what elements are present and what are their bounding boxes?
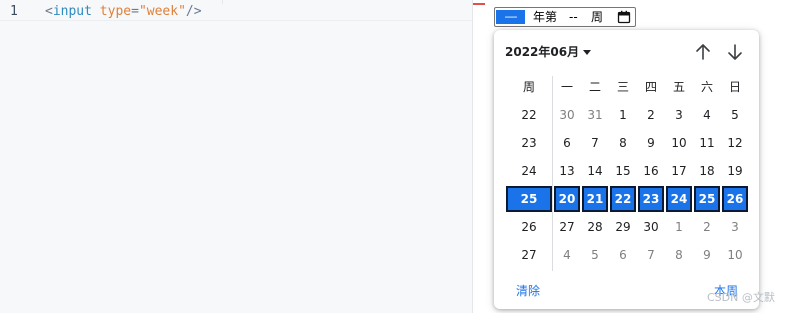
- day-cell[interactable]: 23: [638, 186, 664, 212]
- day-cell[interactable]: 3: [722, 214, 748, 240]
- day-cell[interactable]: 2: [638, 102, 664, 128]
- code-token-value: "week": [138, 4, 186, 19]
- day-cell[interactable]: 5: [582, 242, 608, 268]
- day-cell[interactable]: 13: [554, 158, 580, 184]
- day-cell[interactable]: 11: [694, 130, 720, 156]
- week-number[interactable]: 23: [506, 130, 552, 156]
- day-cell[interactable]: 19: [722, 158, 748, 184]
- day-cell[interactable]: 1: [610, 102, 636, 128]
- week-row[interactable]: 27 4 5 6 7 8 9 10: [506, 242, 748, 270]
- code-token-close: />: [185, 4, 202, 19]
- week-number[interactable]: 25: [506, 186, 552, 212]
- weekday-header: 五: [672, 80, 685, 94]
- week-picker-popup: 2022年06月 周 一 二 三 四 五 六 日 22 30 31 1 2 3 4 5 23 6 7…: [494, 30, 759, 309]
- day-cell[interactable]: 9: [694, 242, 720, 268]
- clear-button[interactable]: 清除: [516, 283, 540, 299]
- week-input-year-suffix: 年第: [533, 10, 558, 24]
- code-token-eq: =: [131, 4, 139, 19]
- week-row[interactable]: 26 27 28 29 30 1 2 3: [506, 214, 748, 242]
- week-row[interactable]: 24 13 14 15 16 17 18 19: [506, 158, 748, 186]
- line-number: 1: [10, 4, 18, 19]
- week-number[interactable]: 24: [506, 158, 552, 184]
- day-cell[interactable]: 9: [638, 130, 664, 156]
- day-cell[interactable]: 15: [610, 158, 636, 184]
- week-row[interactable]: 23 6 7 8 9 10 11 12: [506, 130, 748, 158]
- week-number-header: 周: [522, 80, 535, 94]
- day-cell[interactable]: 20: [554, 186, 580, 212]
- month-year-selector[interactable]: 2022年06月: [505, 44, 592, 60]
- week-input[interactable]: ---- 年第 -- 周: [494, 7, 636, 27]
- code-token-attr: type: [99, 4, 132, 19]
- week-number[interactable]: 26: [506, 214, 552, 240]
- day-cell[interactable]: 24: [666, 186, 692, 212]
- day-cell[interactable]: 6: [554, 130, 580, 156]
- day-cell[interactable]: 21: [582, 186, 608, 212]
- day-cell[interactable]: 4: [554, 242, 580, 268]
- day-cell[interactable]: 16: [638, 158, 664, 184]
- weekday-header: 一: [560, 80, 573, 94]
- day-cell[interactable]: 10: [722, 242, 748, 268]
- weekday-header: 六: [700, 80, 713, 94]
- code-token-open: <: [45, 4, 53, 19]
- weekday-header: 日: [728, 80, 741, 94]
- weekday-header: 三: [616, 80, 629, 94]
- day-cell[interactable]: 29: [610, 214, 636, 240]
- day-cell[interactable]: 2: [694, 214, 720, 240]
- day-cell[interactable]: 30: [638, 214, 664, 240]
- day-cell[interactable]: 27: [554, 214, 580, 240]
- code-editor[interactable]: 1 <input type="week"/>: [0, 0, 473, 313]
- week-row[interactable]: 22 30 31 1 2 3 4 5: [506, 102, 748, 130]
- calendar-icon[interactable]: [617, 10, 631, 24]
- code-line[interactable]: <input type="week"/>: [45, 4, 202, 19]
- weekday-header: 四: [644, 80, 657, 94]
- day-cell[interactable]: 1: [666, 214, 692, 240]
- editor-ruler: [200, 0, 223, 4]
- day-cell[interactable]: 18: [694, 158, 720, 184]
- day-cell[interactable]: 6: [610, 242, 636, 268]
- day-cell[interactable]: 7: [638, 242, 664, 268]
- week-input-year[interactable]: ----: [496, 10, 525, 24]
- day-cell[interactable]: 4: [694, 102, 720, 128]
- day-cell[interactable]: 30: [554, 102, 580, 128]
- week-input-week-suffix: 周: [591, 10, 604, 24]
- day-cell[interactable]: 8: [610, 130, 636, 156]
- week-number[interactable]: 27: [506, 242, 552, 268]
- day-cell[interactable]: 26: [722, 186, 748, 212]
- day-cell[interactable]: 8: [666, 242, 692, 268]
- day-cell[interactable]: 12: [722, 130, 748, 156]
- selected-week-row[interactable]: 25 20 21 22 23 24 25 26: [506, 186, 748, 214]
- day-cell[interactable]: 22: [610, 186, 636, 212]
- arrow-down-icon[interactable]: [725, 42, 745, 62]
- caret-down-icon: [583, 50, 592, 55]
- day-cell[interactable]: 14: [582, 158, 608, 184]
- pane-splitter-marker[interactable]: [473, 3, 485, 5]
- day-cell[interactable]: 10: [666, 130, 692, 156]
- code-token-tag: input: [52, 4, 92, 19]
- day-cell[interactable]: 31: [582, 102, 608, 128]
- weekday-header: 二: [588, 80, 601, 94]
- day-cell[interactable]: 3: [666, 102, 692, 128]
- day-cell[interactable]: 17: [666, 158, 692, 184]
- day-cell[interactable]: 28: [582, 214, 608, 240]
- day-cell[interactable]: 5: [722, 102, 748, 128]
- watermark: CSDN @文默: [707, 291, 775, 304]
- day-cell[interactable]: 7: [582, 130, 608, 156]
- weekday-header-row: 周 一 二 三 四 五 六 日: [506, 74, 748, 102]
- month-year-label: 2022年06月: [505, 45, 580, 59]
- week-input-week[interactable]: --: [569, 10, 578, 24]
- day-cell[interactable]: 25: [694, 186, 720, 212]
- week-number[interactable]: 22: [506, 102, 552, 128]
- arrow-up-icon[interactable]: [693, 42, 713, 62]
